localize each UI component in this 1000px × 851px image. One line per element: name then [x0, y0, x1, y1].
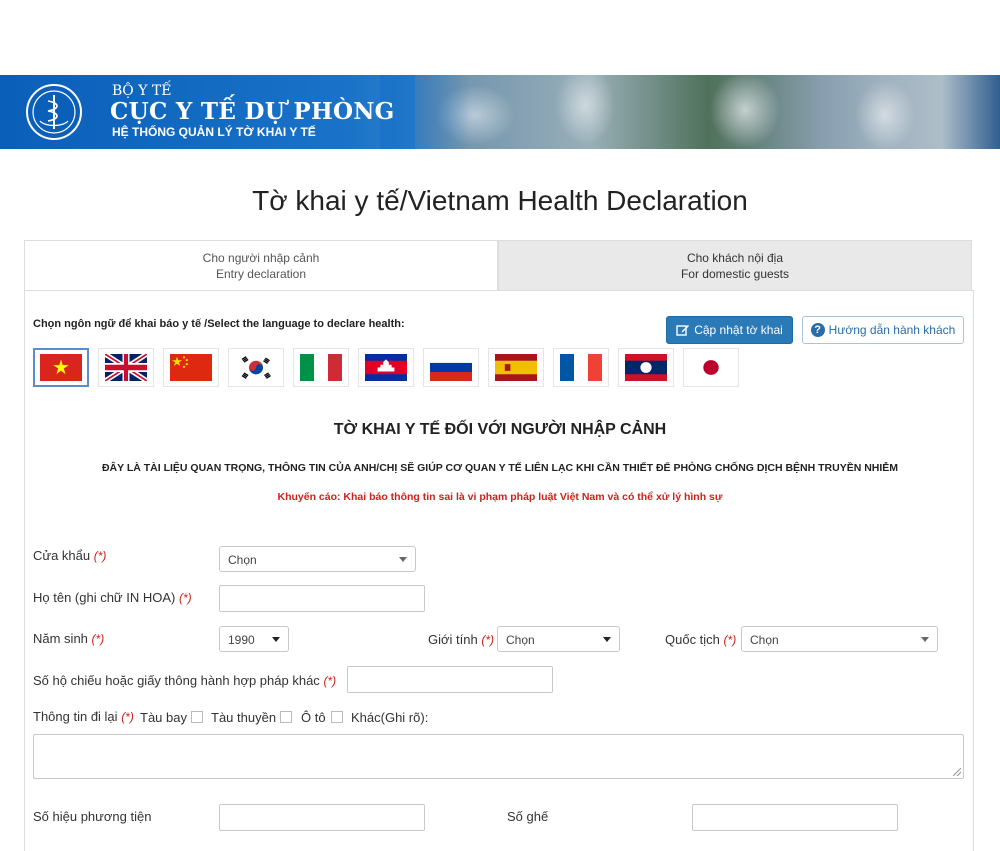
italy-flag-icon[interactable] [293, 348, 349, 387]
declaration-tabs: Cho người nhập cảnh Entry declaration Ch… [24, 240, 972, 291]
required-mark: (*) [91, 632, 105, 646]
nationality-select[interactable]: Chọn [741, 626, 938, 652]
full-name-label: Họ tên (ghi chữ IN HOA) (*) [33, 590, 192, 605]
form-warning: Khuyến cáo: Khai báo thông tin sai là vi… [277, 491, 723, 503]
travel-info-label: Thông tin đi lại (*) [33, 709, 134, 724]
required-mark: (*) [178, 591, 192, 605]
travel-ship-checkbox[interactable] [280, 711, 292, 723]
passenger-guide-button[interactable]: ? Hướng dẫn hành khách [802, 316, 964, 344]
required-mark: (*) [121, 710, 134, 724]
laos-flag-icon[interactable] [618, 348, 674, 387]
cambodia-flag-icon[interactable] [358, 348, 414, 387]
help-icon: ? [810, 323, 825, 337]
update-declaration-button[interactable]: Cập nhật tờ khai [666, 316, 793, 344]
tab-entry-declaration[interactable]: Cho người nhập cảnh Entry declaration [24, 240, 498, 291]
required-mark: (*) [93, 549, 107, 563]
seat-number-label: Số ghế [507, 809, 549, 824]
ministry-logo-icon [26, 84, 82, 140]
gender-label: Giới tính (*) [428, 632, 495, 647]
vehicle-number-input[interactable] [219, 804, 425, 831]
required-mark: (*) [723, 633, 737, 647]
language-label: Chọn ngôn ngữ để khai báo y tế /Select t… [33, 318, 405, 330]
france-flag-icon[interactable] [553, 348, 609, 387]
travel-option-ship-label: Tàu thuyền [211, 710, 277, 725]
travel-option-plane-label: Tàu bay [140, 710, 187, 725]
birth-year-select[interactable]: 1990 [219, 626, 289, 652]
spain-flag-icon[interactable] [488, 348, 544, 387]
edit-icon [676, 325, 690, 336]
update-button-label: Cập nhật tờ khai [694, 323, 783, 337]
guide-button-label: Hướng dẫn hành khách [828, 323, 956, 337]
page-title: Tờ khai y tế/Vietnam Health Declaration [252, 185, 748, 216]
banner-photo [415, 75, 1000, 149]
birth-year-label: Năm sinh (*) [33, 631, 105, 646]
header-banner: BỘ Y TẾ CỤC Y TẾ DỰ PHÒNG HỆ THỐNG QUẢN … [0, 75, 1000, 149]
resize-handle-icon[interactable] [953, 768, 961, 776]
banner-ministry: BỘ Y TẾ [112, 83, 172, 99]
tab-entry-line1: Cho người nhập cảnh [202, 251, 320, 265]
required-mark: (*) [323, 674, 337, 688]
korea-flag-icon[interactable] [228, 348, 284, 387]
chevron-down-icon [399, 557, 407, 562]
chevron-down-icon [272, 637, 280, 642]
travel-plane-checkbox[interactable] [191, 711, 203, 723]
travel-other-textarea[interactable] [33, 734, 964, 779]
form-title: TỜ KHAI Y TẾ ĐỐI VỚI NGƯỜI NHẬP CẢNH [333, 421, 667, 438]
china-flag-icon[interactable] [163, 348, 219, 387]
tab-entry-line2: Entry declaration [215, 267, 307, 281]
vehicle-number-label: Số hiệu phương tiện [33, 809, 152, 824]
travel-option-car-label: Ô tô [301, 710, 326, 725]
form-subtitle: ĐÂY LÀ TÀI LIỆU QUAN TRỌNG, THÔNG TIN CỦ… [101, 462, 899, 474]
passport-label: Số hộ chiếu hoặc giấy thông hành hợp phá… [33, 673, 337, 688]
tab-domestic-line1: Cho khách nội địa [686, 251, 784, 265]
tab-domestic-guests[interactable]: Cho khách nội địa For domestic guests [498, 240, 972, 291]
travel-option-other-label: Khác(Ghi rõ): [351, 710, 429, 725]
gender-select[interactable]: Chọn [497, 626, 620, 652]
tab-domestic-line2: For domestic guests [680, 267, 790, 281]
travel-car-checkbox[interactable] [331, 711, 343, 723]
required-mark: (*) [481, 633, 495, 647]
russia-flag-icon[interactable] [423, 348, 479, 387]
gate-select[interactable]: Chọn [219, 546, 416, 572]
banner-system: HỆ THỐNG QUẢN LÝ TỜ KHAI Y TẾ [112, 125, 316, 139]
banner-department: CỤC Y TẾ DỰ PHÒNG [110, 98, 395, 125]
japan-flag-icon[interactable] [683, 348, 739, 387]
chevron-down-icon [921, 637, 929, 642]
gate-label: Cửa khẩu (*) [33, 548, 107, 563]
passport-input[interactable] [347, 666, 553, 693]
chevron-down-icon [603, 637, 611, 642]
nationality-label: Quốc tịch (*) [665, 632, 737, 647]
uk-flag-icon[interactable] [98, 348, 154, 387]
seat-number-input[interactable] [692, 804, 898, 831]
full-name-input[interactable] [219, 585, 425, 612]
vietnam-flag-icon[interactable] [33, 348, 89, 387]
